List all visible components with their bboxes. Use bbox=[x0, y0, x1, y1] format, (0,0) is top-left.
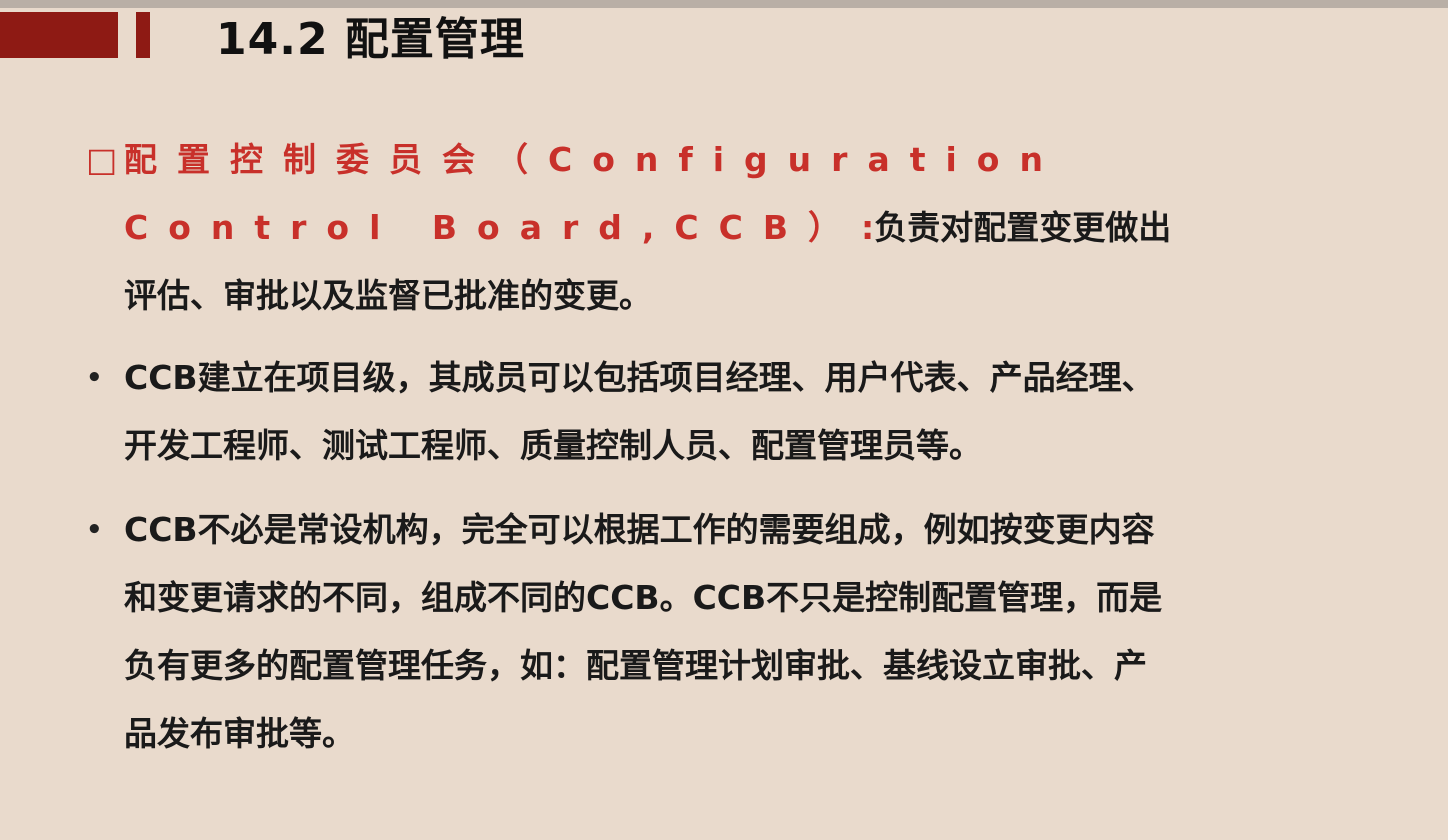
ccb-members-point: • CCB建立在项目级，其成员可以包括项目经理、用户代表、产品经理、开发工程师、… bbox=[86, 344, 1176, 480]
slide-content: □ 配置控制委员会（Configuration Control Board,CC… bbox=[86, 126, 1176, 768]
ccb-organization-text: CCB不必是常设机构，完全可以根据工作的需要组成，例如按变更内容和变更请求的不同… bbox=[124, 510, 1163, 753]
slide-title: 14.2 配置管理 bbox=[216, 14, 525, 65]
title-accent-block bbox=[0, 12, 118, 58]
bullet-icon: • bbox=[86, 515, 103, 545]
bullet-icon: • bbox=[86, 363, 103, 393]
title-accent-bar bbox=[136, 12, 150, 58]
ccb-definition: □ 配置控制委员会（Configuration Control Board,CC… bbox=[86, 126, 1176, 330]
square-bullet-icon: □ bbox=[86, 140, 118, 179]
top-strip bbox=[0, 0, 1448, 8]
ccb-organization-point: • CCB不必是常设机构，完全可以根据工作的需要组成，例如按变更内容和变更请求的… bbox=[86, 496, 1176, 768]
slide: 14.2 配置管理 □ 配置控制委员会（Configuration Contro… bbox=[0, 0, 1448, 840]
ccb-separator: : bbox=[861, 208, 875, 247]
ccb-members-text: CCB建立在项目级，其成员可以包括项目经理、用户代表、产品经理、开发工程师、测试… bbox=[124, 358, 1155, 465]
